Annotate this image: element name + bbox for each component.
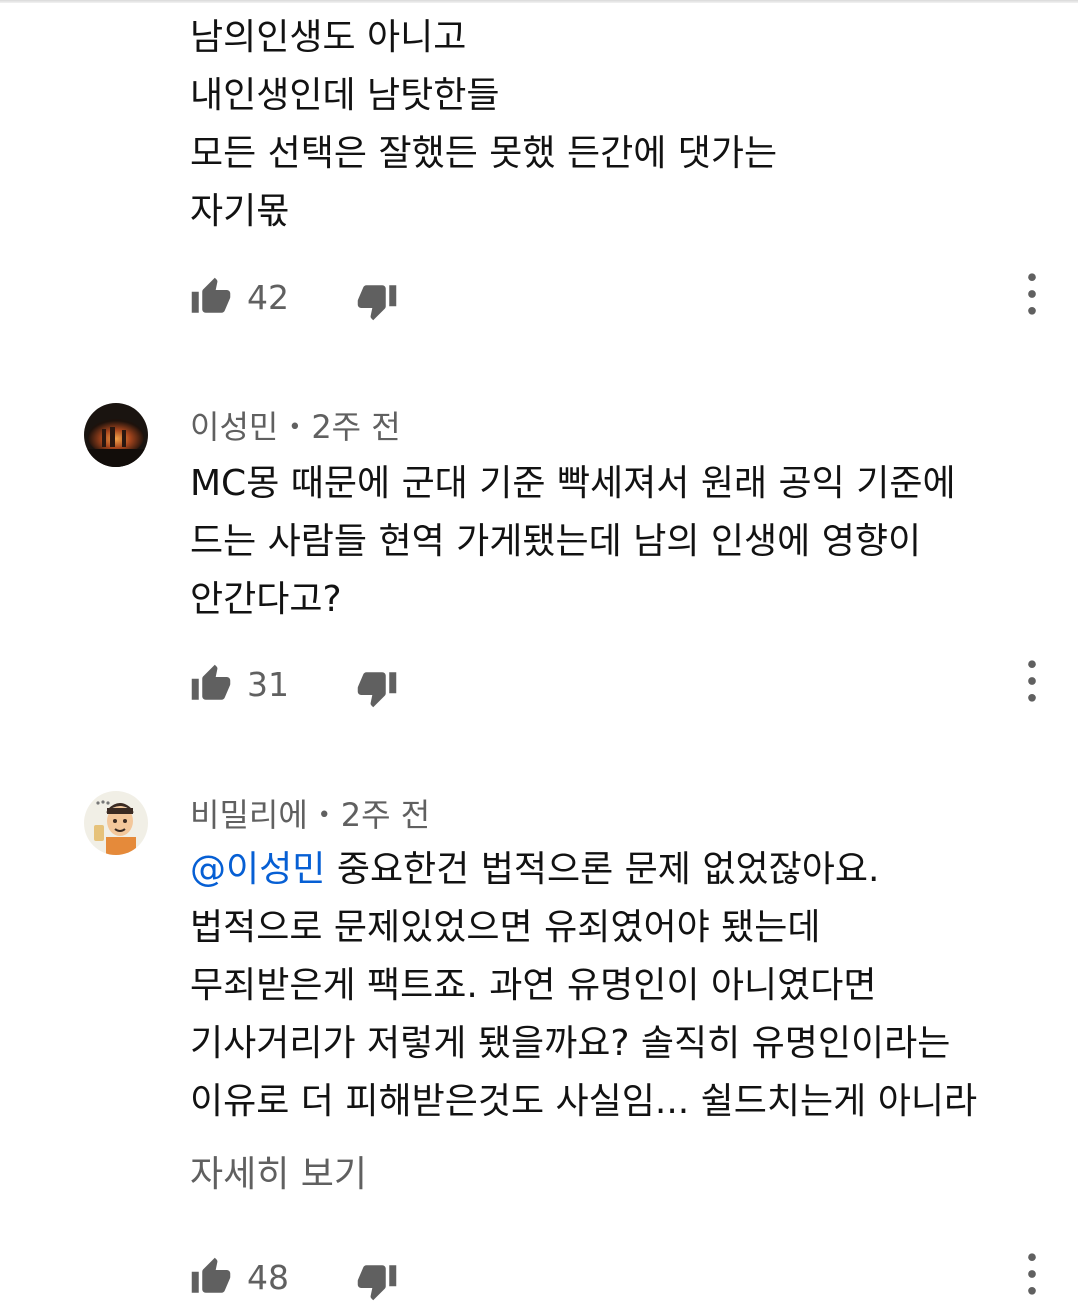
comment-line: @이성민 중요한건 법적으론 문제 없었잖아요. <box>190 841 1050 899</box>
comment-actions: 48 <box>190 1253 1050 1306</box>
comment-line: 드는 사람들 현역 가게됐는데 남의 인생에 영향이 <box>190 521 922 562</box>
comment-text: 남의인생도 아니고 내인생인데 남탓한들 모든 선택은 잘했든 못했 든간에 댓… <box>190 9 1050 241</box>
comment-text: MC몽 때문에 군대 기준 빡세져서 원래 공익 기준에 드는 사람들 현역 가… <box>190 455 1050 629</box>
more-vertical-icon <box>1028 273 1036 315</box>
like-count: 42 <box>247 278 289 317</box>
comment-meta: 이성민 • 2주 전 <box>190 402 401 448</box>
show-more-link[interactable]: 자세히 보기 <box>190 1145 367 1197</box>
dislike-button[interactable] <box>356 1260 398 1302</box>
avatar-image <box>84 403 148 467</box>
more-vertical-icon <box>1028 660 1036 702</box>
mention-link[interactable]: @이성민 <box>190 849 325 890</box>
comment-line: 이유로 더 피해받은것도 사실임... 쉴드치는게 아니라 <box>190 1081 978 1122</box>
avatar-image <box>84 791 148 855</box>
comment-line: 모든 선택은 잘했든 못했 든간에 댓가는 <box>190 133 778 174</box>
comment-line: 내인생인데 남탓한들 <box>190 75 500 116</box>
more-options-button[interactable] <box>1012 270 1052 318</box>
comment-line: 무죄받은게 팩트죠. 과연 유명인이 아니였다면 <box>190 965 877 1006</box>
dislike-button[interactable] <box>356 280 398 322</box>
comment-line: 남의인생도 아니고 <box>190 17 467 58</box>
more-options-button[interactable] <box>1012 657 1052 705</box>
like-button[interactable] <box>190 663 232 705</box>
thumbs-down-icon <box>357 285 397 321</box>
like-button[interactable] <box>190 276 232 318</box>
comment-line-text: 중요한건 법적으론 문제 없었잖아요. <box>325 849 880 890</box>
more-options-button[interactable] <box>1012 1250 1052 1298</box>
author-name[interactable]: 이성민 <box>190 408 278 446</box>
like-button[interactable] <box>190 1256 232 1298</box>
comment-actions: 31 <box>190 660 1050 713</box>
avatar[interactable] <box>84 403 148 467</box>
comment-line: MC몽 때문에 군대 기준 빡세져서 원래 공익 기준에 <box>190 463 956 504</box>
thumbs-down-icon <box>357 672 397 708</box>
comment-line: 기사거리가 저렇게 됐을까요? 솔직히 유명인이라는 <box>190 1023 951 1064</box>
comment-timestamp: 2주 전 <box>340 796 431 834</box>
comment-actions: 42 <box>190 273 1050 326</box>
meta-separator: • <box>317 803 331 828</box>
like-count: 31 <box>247 665 289 704</box>
comment-line: 자기몫 <box>190 191 290 232</box>
comment-line: 법적으로 문제있었으면 유죄였어야 됐는데 <box>190 907 821 948</box>
meta-separator: • <box>288 415 302 440</box>
comment-timestamp: 2주 전 <box>311 408 401 446</box>
top-divider <box>0 0 1078 3</box>
comment-line: 안간다고? <box>190 579 342 620</box>
thumbs-up-icon <box>191 1257 231 1293</box>
dislike-button[interactable] <box>356 667 398 709</box>
author-name[interactable]: 비밀리에 <box>190 796 308 834</box>
comment-text: @이성민 중요한건 법적으론 문제 없었잖아요. 법적으로 문제있었으면 유죄였… <box>190 841 1050 1131</box>
thumbs-down-icon <box>357 1265 397 1301</box>
thumbs-up-icon <box>191 277 231 313</box>
thumbs-up-icon <box>191 664 231 700</box>
comment-meta: 비밀리에 • 2주 전 <box>190 790 430 836</box>
avatar[interactable] <box>84 791 148 855</box>
more-vertical-icon <box>1028 1253 1036 1295</box>
